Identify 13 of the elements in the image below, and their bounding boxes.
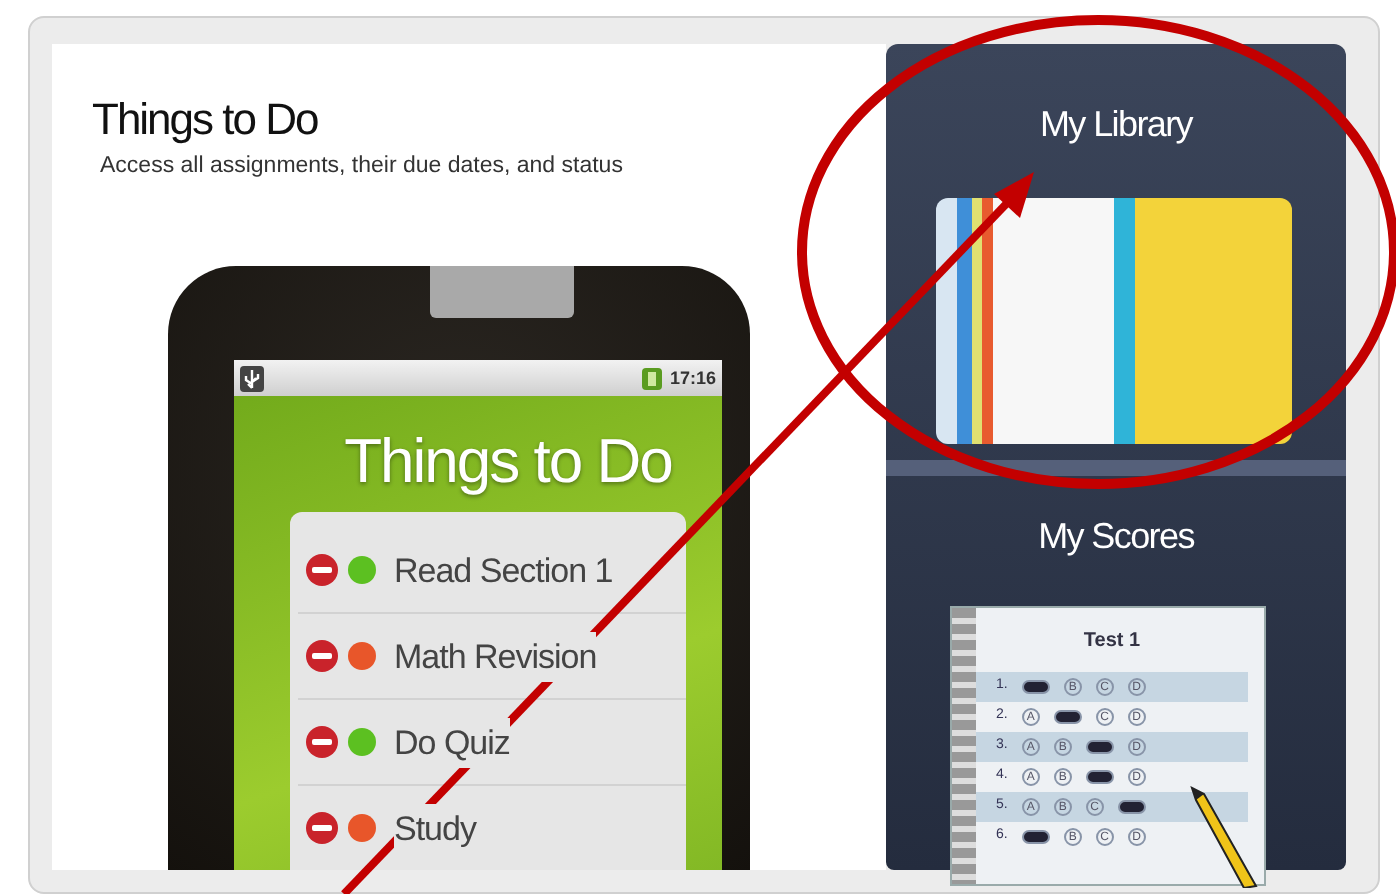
panel-title[interactable]: My Library — [886, 98, 1346, 152]
task-label: Do Quiz — [394, 717, 510, 768]
test-title: Test 1 — [1081, 628, 1143, 656]
page-title: Things to Do — [92, 98, 320, 142]
app-title: Things to Do — [342, 424, 674, 501]
panel-title[interactable]: My Scores — [886, 510, 1346, 564]
book-stack-photo[interactable] — [936, 198, 1292, 444]
status-time: 17:16 — [669, 365, 716, 391]
task-label: Math Revision — [394, 631, 597, 682]
page-subtitle: Access all assignments, their due dates, and status — [100, 152, 625, 182]
task-label: Study — [394, 803, 476, 854]
tablet-camera-notch — [430, 266, 574, 319]
pencil-icon — [1188, 784, 1260, 888]
